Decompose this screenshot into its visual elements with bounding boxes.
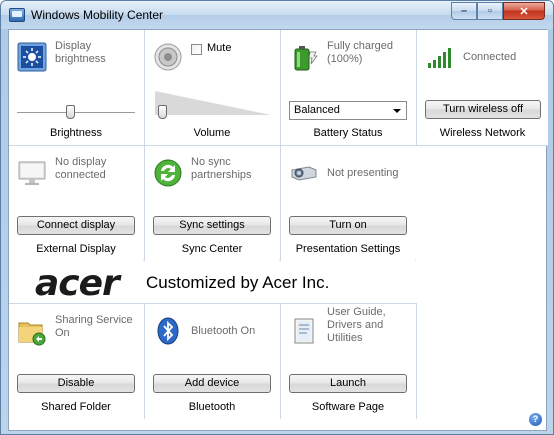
customized-by-text: Customized by Acer Inc. bbox=[146, 273, 330, 292]
chevron-down-icon bbox=[393, 109, 401, 113]
mobility-center-app-icon bbox=[9, 8, 25, 22]
volume-slider-track[interactable] bbox=[155, 91, 271, 115]
volume-label: Volume bbox=[193, 127, 231, 139]
brand-row: acer Customized by Acer Inc. bbox=[9, 261, 548, 304]
brightness-label: Brightness bbox=[50, 127, 102, 139]
tile-battery-status: Fully charged (100%) Balanced Battery St… bbox=[281, 30, 415, 145]
battery-status-text: Fully charged (100%) bbox=[327, 40, 394, 65]
disable-sharing-button[interactable]: Disable bbox=[17, 374, 135, 393]
mute-checkbox[interactable] bbox=[191, 44, 202, 55]
client-area: Display brightness Brightness Mute Volum… bbox=[8, 29, 548, 431]
power-plan-value: Balanced bbox=[294, 104, 340, 116]
window-title: Windows Mobility Center bbox=[31, 8, 164, 22]
add-device-button[interactable]: Add device bbox=[153, 374, 271, 393]
turn-wireless-off-button[interactable]: Turn wireless off bbox=[425, 100, 541, 119]
help-icon[interactable]: ? bbox=[529, 413, 542, 426]
software-page-status: User Guide, Drivers and Utilities bbox=[327, 306, 386, 344]
external-display-label: External Display bbox=[36, 243, 116, 255]
minimize-button[interactable]: – bbox=[451, 2, 477, 20]
tile-presentation-settings: Not presenting Turn on Presentation Sett… bbox=[281, 146, 415, 261]
acer-logo: acer bbox=[35, 263, 120, 304]
shared-folder-status: Sharing Service On bbox=[55, 314, 133, 339]
bluetooth-status: Bluetooth On bbox=[191, 325, 256, 337]
mute-label: Mute bbox=[207, 42, 232, 54]
turn-on-presentation-button[interactable]: Turn on bbox=[289, 216, 407, 235]
tile-brightness: Display brightness Brightness bbox=[9, 30, 143, 145]
tile-external-display: No display connected Connect display Ext… bbox=[9, 146, 143, 261]
signal-bars-icon bbox=[428, 48, 451, 68]
bluetooth-icon bbox=[157, 317, 179, 345]
display-brightness-icon bbox=[17, 42, 47, 72]
battery-icon bbox=[294, 46, 318, 71]
maximize-button[interactable]: ▫ bbox=[477, 2, 503, 20]
brightness-slider-thumb[interactable] bbox=[66, 105, 76, 119]
launch-button[interactable]: Launch bbox=[289, 374, 407, 393]
sync-center-label: Sync Center bbox=[181, 243, 243, 255]
tile-volume: Mute Volume bbox=[145, 30, 279, 145]
wireless-status: Connected bbox=[463, 51, 517, 63]
sync-icon bbox=[154, 159, 182, 187]
presentation-status: Not presenting bbox=[327, 167, 399, 179]
wireless-network-label: Wireless Network bbox=[439, 127, 526, 139]
monitor-icon bbox=[18, 161, 46, 185]
brightness-slider-track[interactable] bbox=[17, 112, 135, 113]
battery-status-label: Battery Status bbox=[313, 127, 383, 139]
tile-software-page: User Guide, Drivers and Utilities Launch… bbox=[281, 304, 415, 419]
tile-shared-folder: Sharing Service On Disable Shared Folder bbox=[9, 304, 143, 419]
shared-folder-label: Shared Folder bbox=[41, 401, 111, 413]
tile-wireless-network: Connected Turn wireless off Wireless Net… bbox=[417, 30, 548, 145]
shared-folder-icon bbox=[18, 322, 46, 346]
sync-settings-button[interactable]: Sync settings bbox=[153, 216, 271, 235]
tile-bluetooth: Bluetooth On Add device Bluetooth bbox=[145, 304, 279, 419]
separator bbox=[416, 303, 417, 419]
projector-icon bbox=[291, 166, 317, 181]
title-bar[interactable]: Windows Mobility Center – ▫ ✕ bbox=[1, 1, 553, 29]
connect-display-button[interactable]: Connect display bbox=[17, 216, 135, 235]
power-plan-select[interactable]: Balanced bbox=[289, 101, 407, 120]
software-page-label: Software Page bbox=[311, 401, 385, 413]
external-display-status: No display connected bbox=[55, 156, 107, 181]
speaker-icon bbox=[154, 43, 182, 71]
document-icon bbox=[294, 318, 314, 344]
tile-sync-center: No sync partnerships Sync settings Sync … bbox=[145, 146, 279, 261]
window-controls: – ▫ ✕ bbox=[451, 2, 545, 20]
presentation-settings-label: Presentation Settings bbox=[295, 243, 401, 255]
brightness-status: Display brightness bbox=[55, 40, 106, 65]
volume-slider-thumb[interactable] bbox=[158, 105, 168, 119]
bluetooth-label: Bluetooth bbox=[188, 401, 236, 413]
mobility-center-window: Windows Mobility Center – ▫ ✕ Display br… bbox=[0, 0, 554, 435]
sync-center-status: No sync partnerships bbox=[191, 156, 252, 181]
close-button[interactable]: ✕ bbox=[503, 2, 545, 20]
